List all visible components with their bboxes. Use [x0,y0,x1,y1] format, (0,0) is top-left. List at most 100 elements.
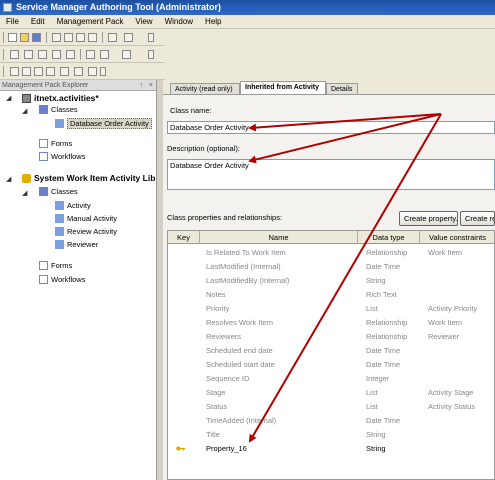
classes-icon [39,187,48,196]
overflow-icon[interactable] [148,33,154,42]
menu-help[interactable]: Help [199,15,227,29]
cell-name: TimeAdded (Internal) [206,416,277,425]
cell-type: List [366,402,378,411]
forms-icon [39,261,48,270]
grid-icon[interactable] [100,50,109,59]
table-row[interactable]: Notes Rich Text [168,288,494,302]
create-property-button[interactable]: Create property... [399,211,458,226]
cell-name: Property_16 [206,444,247,453]
pin-icon[interactable]: ↑ [140,80,144,91]
tree-workflows[interactable]: Workflows [39,152,85,162]
table-row[interactable]: Reviewers Relationship Reviewer [168,330,494,344]
expand-arrow-icon[interactable]: ◢ [6,94,11,102]
open-icon[interactable] [20,33,29,42]
forms-label: Forms [51,139,73,148]
description-label: Description (optional): [167,144,240,153]
class-name-field[interactable]: Database Order Activity [167,121,495,134]
spacing-icon[interactable] [122,50,131,59]
app-icon [3,3,12,12]
close-icon[interactable]: × [149,80,153,91]
tree-class-activity[interactable]: Activity [55,201,91,211]
description-field[interactable]: Database Order Activity [167,159,495,190]
key-icon [176,446,185,451]
table-row[interactable]: Sequence ID Integer [168,372,494,386]
zoom-in-icon[interactable] [10,67,19,76]
size-icon[interactable] [86,50,95,59]
pen-icon[interactable] [88,67,97,76]
table-row[interactable]: TimeAdded (Internal) Date Time [168,414,494,428]
table-row[interactable]: Stage List Activity Stage [168,386,494,400]
menu-management-pack[interactable]: Management Pack [51,15,130,29]
pointer-icon[interactable] [60,67,69,76]
brush-icon[interactable] [74,67,83,76]
undo-icon[interactable] [108,33,117,42]
menu-edit[interactable]: Edit [25,15,51,29]
table-row[interactable]: Is Related To Work Item Relationship Work … [168,246,494,260]
delete-icon[interactable] [88,33,97,42]
selected-class-label: Database Order Activity [67,118,152,129]
cell-name: Stage [206,388,226,397]
tree-forms[interactable]: Forms [39,261,72,271]
overflow-icon[interactable] [100,67,106,76]
table-row[interactable]: LastModifiedBy (Internal) String [168,274,494,288]
tab-inherited-from-activity[interactable]: Inherited from Activity [240,81,326,95]
table-row[interactable]: Title String [168,428,494,442]
paste-icon[interactable] [76,33,85,42]
tree-mp-system-work-item-activity[interactable]: System Work Item Activity Lib [22,173,155,183]
toolbar-standard [0,29,165,46]
tree-mp-itnetx[interactable]: itnetx.activities* [22,93,99,103]
lock-icon [22,174,31,183]
class-label: Manual Activity [67,214,118,223]
menu-window[interactable]: Window [159,15,199,29]
header-key[interactable]: Key [168,231,200,244]
forms-label: Forms [51,261,73,270]
cell-type: String [366,430,386,439]
menu-view[interactable]: View [129,15,158,29]
header-value-constraints[interactable]: Value constraints [420,231,494,244]
tree-class-reviewer[interactable]: Reviewer [55,240,98,250]
tree-class-review-activity[interactable]: Review Activity [55,227,117,237]
cut-icon[interactable] [52,33,61,42]
class-label: Activity [67,201,91,210]
cell-name: Is Related To Work Item [206,248,286,257]
copy-icon[interactable] [64,33,73,42]
tree-classes[interactable]: Classes [39,187,78,197]
workflows-label: Workflows [51,275,86,284]
zoom-icon[interactable] [34,67,43,76]
tree-workflows[interactable]: Workflows [39,275,85,285]
create-relationship-button[interactable]: Create rel [460,211,495,226]
tree-class-manual-activity[interactable]: Manual Activity [55,214,117,224]
pan-icon[interactable] [46,67,55,76]
cell-type: Integer [366,374,390,383]
tree-forms[interactable]: Forms [39,139,72,149]
table-row[interactable]: Status List Activity Status [168,400,494,414]
align-top-icon[interactable] [52,50,61,59]
align-right-icon[interactable] [38,50,47,59]
overflow-icon[interactable] [148,50,154,59]
table-row[interactable]: Scheduled end date Date Time [168,344,494,358]
zoom-out-icon[interactable] [22,67,31,76]
mp-name: itnetx.activities* [34,93,99,103]
cell-type: String [366,444,386,453]
class-icon [55,214,64,223]
new-icon[interactable] [8,33,17,42]
table-row[interactable]: Resolves Work Item Relationship Work Item [168,316,494,330]
save-icon[interactable] [32,33,41,42]
header-data-type[interactable]: Data type [358,231,420,244]
align-left-icon[interactable] [10,50,19,59]
cell-constraint: Activity Priority [428,304,478,313]
align-bottom-icon[interactable] [66,50,75,59]
align-center-icon[interactable] [24,50,33,59]
tree-class-database-order-activity[interactable]: Database Order Activity [55,118,152,129]
table-row[interactable]: LastModified (Internal) Date Time [168,260,494,274]
tree-classes[interactable]: Classes [39,105,78,115]
table-row[interactable]: Property_16 String [168,442,494,456]
table-row[interactable]: Scheduled start date Date Time [168,358,494,372]
header-name[interactable]: Name [200,231,358,244]
menu-file[interactable]: File [0,15,25,29]
redo-icon[interactable] [124,33,133,42]
table-row[interactable]: Priority List Activity Priority [168,302,494,316]
expand-arrow-icon[interactable]: ◢ [6,175,11,183]
expand-arrow-icon[interactable]: ◢ [22,189,27,197]
expand-arrow-icon[interactable]: ◢ [22,107,27,115]
